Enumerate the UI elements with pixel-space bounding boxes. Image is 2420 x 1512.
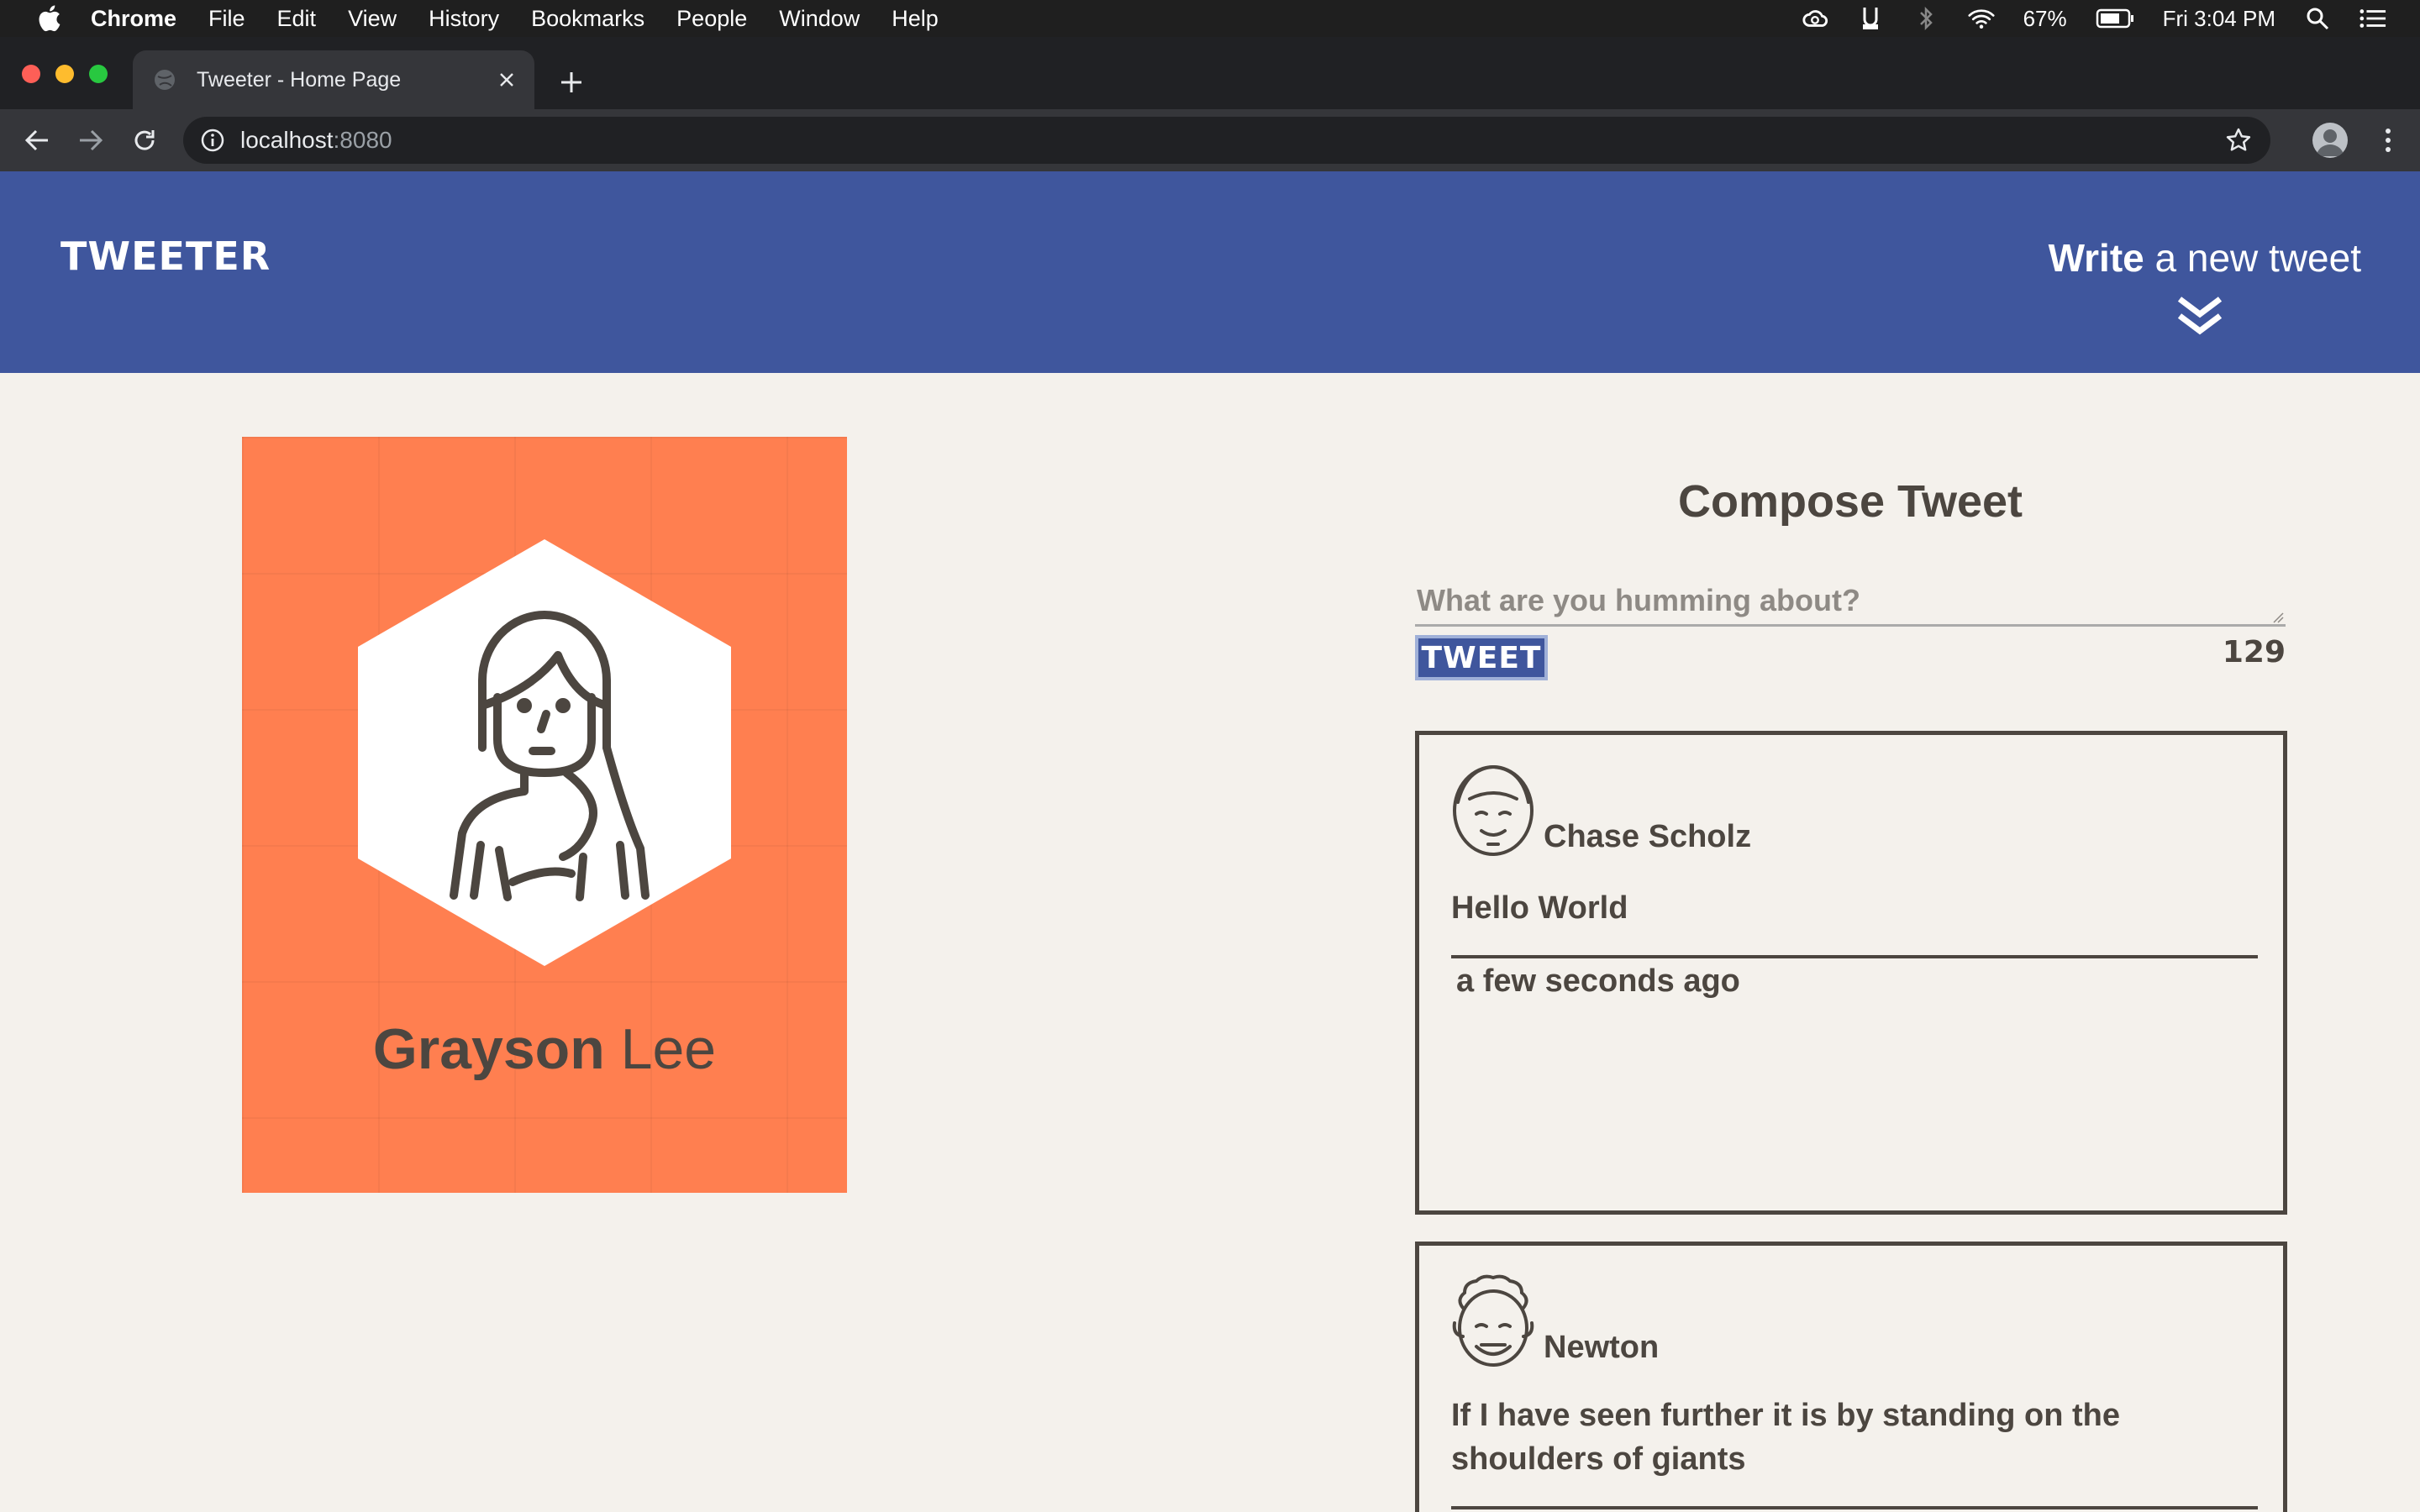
profile-avatar-hexagon (358, 539, 731, 966)
battery-icon[interactable] (2096, 5, 2134, 32)
bookmark-star-icon[interactable] (2225, 127, 2252, 154)
browser-toolbar: localhost:8080 (0, 109, 2420, 171)
globe-icon (155, 70, 175, 90)
tweet-author: Newton (1544, 1330, 1660, 1365)
write-label-rest: a new tweet (2144, 236, 2362, 280)
write-new-tweet-link[interactable]: Write a new tweet (2049, 235, 2361, 281)
profile-last-name: Lee (604, 1017, 717, 1081)
usb-utility-icon[interactable] (1857, 5, 1884, 32)
notification-center-icon[interactable] (2360, 5, 2386, 32)
tweet-card: Chase Scholz Hello World a few seconds a… (1415, 731, 2287, 1215)
site-logo[interactable]: TWEETER (60, 234, 271, 279)
battery-percent: 67% (2023, 5, 2067, 31)
tab-title: Tweeter - Home Page (197, 67, 402, 92)
tweet-divider (1451, 955, 2258, 958)
write-label-strong: Write (2048, 236, 2144, 280)
double-chevron-down-icon[interactable] (2175, 292, 2225, 343)
menu-window[interactable]: Window (779, 6, 860, 32)
new-tab-plus-icon[interactable] (555, 66, 588, 99)
profile-avatar-icon[interactable] (2312, 123, 2348, 158)
window-minimize-button[interactable] (55, 65, 74, 83)
spotlight-search-icon[interactable] (2304, 5, 2331, 32)
curly-hair-face-avatar-icon (1452, 1274, 1534, 1367)
bluetooth-icon[interactable] (1912, 5, 1939, 32)
compose-title: Compose Tweet (1677, 476, 2023, 527)
menu-history[interactable]: History (429, 6, 499, 32)
menu-view[interactable]: View (348, 6, 397, 32)
browser-tab-active[interactable]: Tweeter - Home Page (133, 50, 534, 109)
menu-bookmarks[interactable]: Bookmarks (531, 6, 644, 32)
menu-people[interactable]: People (676, 6, 747, 32)
tweet-divider (1451, 1506, 2258, 1509)
tweet-card: Newton If I have seen further it is by s… (1415, 1242, 2287, 1512)
site-header: TWEETER Write a new tweet (0, 171, 2420, 373)
browser-tab-strip: Tweeter - Home Page (0, 37, 2420, 109)
tab-close-icon[interactable] (494, 67, 519, 92)
reload-icon[interactable] (128, 123, 161, 157)
profile-first-name: Grayson (372, 1017, 605, 1081)
tweet-author: Chase Scholz (1544, 819, 1752, 854)
smiling-face-avatar-icon (1453, 764, 1534, 856)
macos-menu-bar: Chrome File Edit View History Bookmarks … (0, 0, 2420, 37)
back-arrow-icon[interactable] (20, 123, 54, 157)
menu-file[interactable]: File (208, 6, 245, 32)
menu-edit[interactable]: Edit (277, 6, 317, 32)
profile-name: Grayson Lee (242, 1016, 847, 1082)
window-zoom-button[interactable] (89, 65, 108, 83)
profile-card: Grayson Lee (242, 437, 847, 1193)
apple-icon[interactable] (32, 2, 66, 35)
window-close-button[interactable] (22, 65, 40, 83)
menubar-clock[interactable]: Fri 3:04 PM (2163, 6, 2275, 32)
character-counter: 129 (2222, 635, 2286, 669)
menu-help[interactable]: Help (892, 6, 939, 32)
url-port: :8080 (333, 127, 392, 153)
browser-menu-icon[interactable] (2371, 123, 2405, 157)
menu-app-name[interactable]: Chrome (91, 6, 176, 32)
wifi-icon[interactable] (1968, 5, 1995, 32)
tweet-text-input[interactable] (1415, 576, 2286, 627)
creative-cloud-icon[interactable] (1802, 5, 1828, 32)
tweet-submit-button[interactable]: TWEET (1415, 635, 1548, 680)
tweet-text: Hello World (1451, 890, 1628, 926)
resize-grip-icon[interactable] (2272, 612, 2284, 623)
tweet-timestamp: a few seconds ago (1456, 963, 1740, 999)
url-host: localhost (240, 127, 334, 153)
address-bar[interactable]: localhost:8080 (183, 117, 2270, 164)
forward-arrow-icon[interactable] (74, 123, 108, 157)
tweet-text: If I have seen further it is by standing… (1451, 1398, 2121, 1477)
site-info-icon[interactable] (200, 128, 225, 153)
